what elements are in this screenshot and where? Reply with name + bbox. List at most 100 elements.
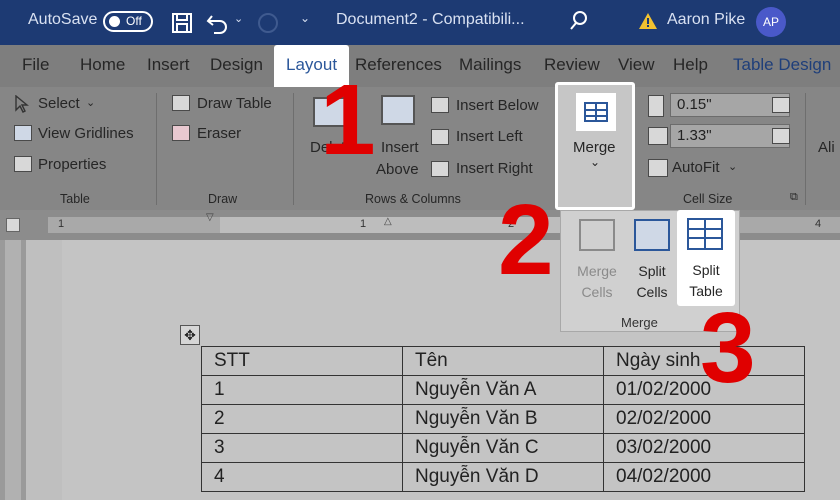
split-cells-button[interactable]: Split Cells: [625, 261, 679, 303]
divider: [805, 93, 806, 205]
user-name: Aaron Pike: [667, 11, 746, 28]
merge-table-icon-box: [576, 93, 616, 131]
alignment-label: Ali: [818, 139, 835, 156]
insert-right-icon: [431, 161, 449, 177]
insert-above-icon: [381, 95, 415, 125]
group-label-merge: Merge: [621, 315, 658, 330]
tab-mailings[interactable]: Mailings: [459, 55, 521, 75]
tab-view[interactable]: View: [618, 55, 655, 75]
row-height-icon: [648, 95, 664, 117]
table-row: 3 Nguyễn Văn C 03/02/2000: [201, 433, 805, 463]
table-row: 2 Nguyễn Văn B 02/02/2000: [201, 404, 805, 434]
undo-icon[interactable]: [206, 12, 230, 34]
table-move-handle-icon[interactable]: ✥: [180, 325, 200, 345]
step-number-2: 2: [498, 184, 554, 296]
tab-review[interactable]: Review: [544, 55, 600, 75]
distribute-columns-icon[interactable]: [772, 128, 790, 144]
autosave-toggle[interactable]: Off: [103, 11, 153, 32]
tab-selector-icon[interactable]: [6, 218, 20, 232]
table-cell[interactable]: 02/02/2000: [603, 404, 805, 434]
table-cell[interactable]: 3: [201, 433, 403, 463]
document-title: Document2 - Compatibili...: [336, 11, 525, 28]
tab-help[interactable]: Help: [673, 55, 708, 75]
hanging-indent-icon[interactable]: △: [384, 216, 392, 227]
merge-button[interactable]: Merge ⌄: [555, 82, 635, 210]
ruler-mark: 1: [58, 218, 65, 230]
divider: [156, 93, 157, 205]
save-icon[interactable]: [171, 12, 193, 34]
group-label-table: Table: [60, 192, 90, 206]
row-height-value: 0.15": [677, 96, 712, 113]
table-cell[interactable]: 4: [201, 462, 403, 492]
redo-icon[interactable]: [256, 11, 280, 35]
insert-above-label-2[interactable]: Above: [376, 161, 419, 178]
tab-design[interactable]: Design: [210, 55, 263, 75]
undo-dropdown-icon[interactable]: ⌄: [234, 12, 243, 25]
view-gridlines-button[interactable]: View Gridlines: [38, 125, 134, 142]
merge-button-label: Merge: [573, 139, 616, 156]
table-header-cell[interactable]: STT: [201, 346, 403, 376]
split-cells-icon: [634, 219, 670, 251]
dialog-launcher-icon[interactable]: ⧉: [790, 191, 798, 204]
search-icon[interactable]: [568, 10, 590, 32]
table-cell[interactable]: 03/02/2000: [603, 433, 805, 463]
select-dropdown-icon[interactable]: ⌄: [86, 96, 95, 109]
table-cell[interactable]: 2: [201, 404, 403, 434]
properties-icon: [14, 156, 32, 172]
merge-table-icon: [584, 102, 608, 122]
table-cell[interactable]: 1: [201, 375, 403, 405]
table-cell[interactable]: Nguyễn Văn C: [402, 433, 604, 463]
select-button[interactable]: Select: [38, 95, 80, 112]
table-row: 4 Nguyễn Văn D 04/02/2000: [201, 462, 805, 492]
split-cells-label-1: Split: [638, 263, 666, 279]
group-label-rows-columns: Rows & Columns: [365, 192, 461, 206]
ruler-mark: 1: [360, 218, 367, 230]
title-bar: AutoSave Off ⌄ ⌄ Document2 - Compatibili…: [0, 0, 840, 45]
merge-cells-label-1: Merge: [577, 263, 617, 279]
distribute-rows-icon[interactable]: [772, 97, 790, 113]
toggle-knob-icon: [109, 16, 120, 27]
indent-marker-icon[interactable]: ▽: [206, 212, 214, 223]
draw-table-button[interactable]: Draw Table: [197, 95, 272, 112]
autosave-state: Off: [126, 14, 142, 28]
merge-cells-icon: [579, 219, 615, 251]
tab-file[interactable]: File: [22, 55, 49, 75]
step-number-1: 1: [320, 64, 376, 176]
avatar[interactable]: AP: [756, 7, 786, 37]
merge-cells-label-2: Cells: [581, 284, 613, 300]
insert-left-icon: [431, 129, 449, 145]
insert-left-button[interactable]: Insert Left: [456, 128, 523, 145]
autosave-label: AutoSave: [28, 11, 98, 28]
merge-dropdown-icon: ⌄: [590, 155, 601, 169]
eraser-button[interactable]: Eraser: [197, 125, 241, 142]
menu-bar: File Home Insert Design Layout Reference…: [0, 45, 840, 87]
cursor-icon: [15, 95, 29, 113]
insert-below-button[interactable]: Insert Below: [456, 97, 539, 114]
table-cell[interactable]: Nguyễn Văn A: [402, 375, 604, 405]
table-header-cell[interactable]: Tên: [402, 346, 604, 376]
autofit-dropdown-icon[interactable]: ⌄: [728, 160, 737, 173]
divider: [293, 93, 294, 205]
properties-button[interactable]: Properties: [38, 156, 106, 173]
step-number-3: 3: [700, 292, 756, 404]
group-label-cell-size: Cell Size: [683, 192, 733, 206]
draw-table-icon: [172, 95, 190, 111]
split-table-label-1: Split: [692, 262, 720, 278]
tab-insert[interactable]: Insert: [147, 55, 190, 75]
warning-icon[interactable]: [638, 12, 658, 30]
eraser-icon: [172, 125, 190, 141]
autofit-button[interactable]: AutoFit: [672, 159, 720, 176]
insert-above-label-1[interactable]: Insert: [381, 139, 419, 156]
tab-home[interactable]: Home: [80, 55, 125, 75]
group-label-draw: Draw: [208, 192, 238, 206]
table-cell[interactable]: Nguyễn Văn B: [402, 404, 604, 434]
merge-cells-button[interactable]: Merge Cells: [569, 261, 625, 303]
vertical-ruler: [0, 240, 26, 500]
insert-below-icon: [431, 97, 449, 113]
column-width-value: 1.33": [677, 127, 712, 144]
table-cell[interactable]: Nguyễn Văn D: [402, 462, 604, 492]
table-cell[interactable]: 04/02/2000: [603, 462, 805, 492]
tab-table-design[interactable]: Table Design: [733, 55, 831, 75]
customize-toolbar-icon[interactable]: ⌄: [300, 11, 310, 25]
insert-right-button[interactable]: Insert Right: [456, 160, 533, 177]
